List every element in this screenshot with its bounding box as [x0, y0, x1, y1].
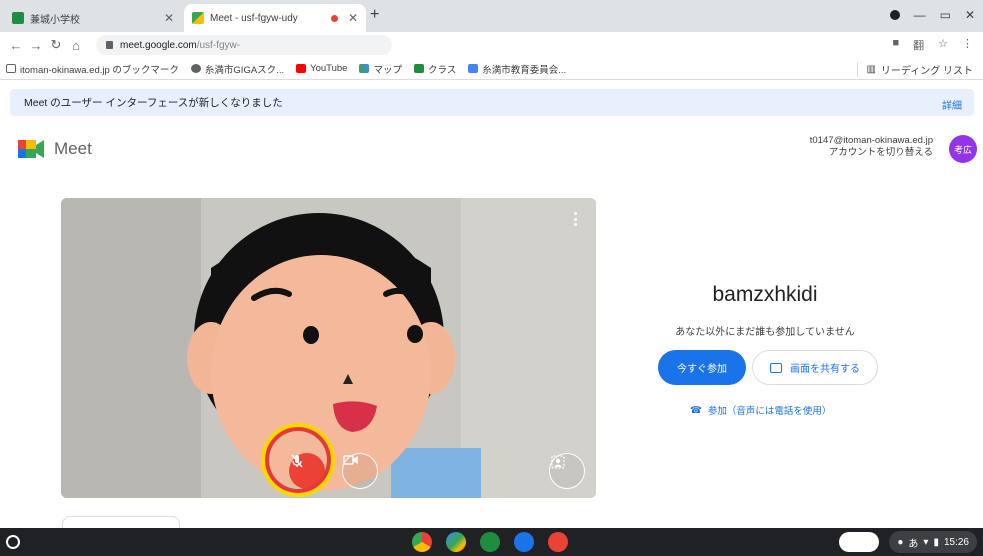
- bookmark-board[interactable]: 糸満市教育委員会...: [468, 62, 566, 76]
- phone-icon: ☎: [690, 404, 702, 416]
- join-now-label: 今すぐ参加: [677, 364, 727, 375]
- bookmark-giga[interactable]: 糸満市GIGAスク...: [190, 62, 285, 76]
- close-icon[interactable]: ✕: [164, 11, 174, 25]
- home-button[interactable]: ⌂: [66, 38, 86, 53]
- url-path: /usf-fgyw-: [196, 39, 241, 51]
- switch-account-link[interactable]: アカウントを切り替える: [810, 147, 933, 159]
- reload-button[interactable]: ↻: [46, 37, 66, 53]
- launcher-icon[interactable]: [6, 535, 20, 549]
- profile-icon[interactable]: [889, 10, 900, 20]
- reading-list[interactable]: ▥ リーディング リスト: [857, 62, 973, 77]
- join-with-phone-link[interactable]: ☎ 参加（音声には電話を使用）: [690, 403, 832, 418]
- tab-meet[interactable]: Meet - usf-fgyw-udy ✕: [184, 4, 366, 32]
- present-button[interactable]: 画面を共有する: [752, 350, 878, 385]
- meeting-code: bamzxhkidi: [712, 283, 818, 306]
- translate-icon[interactable]: 翻: [913, 37, 924, 53]
- tab-title: 兼城小学校: [30, 14, 80, 26]
- bookmark-label: マップ: [373, 64, 402, 76]
- youtube-icon: [296, 64, 307, 73]
- effects-icon: [551, 455, 565, 469]
- clock: 15:26: [943, 536, 969, 548]
- account-info: t0147@itoman-okinawa.ed.jp アカウントを切り替える: [810, 135, 933, 159]
- forward-button[interactable]: →: [26, 38, 46, 53]
- classroom-app-icon[interactable]: [480, 532, 500, 552]
- notification-icon: ●: [897, 536, 904, 548]
- back-button[interactable]: ←: [6, 38, 26, 53]
- recording-icon: [330, 14, 338, 22]
- bookmark-star-icon[interactable]: ☆: [938, 37, 948, 53]
- screen-capture-icon[interactable]: [548, 532, 568, 552]
- bookmark-label: 糸満市GIGAスク...: [204, 64, 285, 76]
- site-icon: [468, 64, 479, 73]
- pinned-apps: [412, 532, 568, 552]
- bookmark-label: itoman-okinawa.ed.jp のブックマーク: [20, 64, 179, 76]
- present-screen-icon: [770, 362, 782, 373]
- account-email: t0147@itoman-okinawa.ed.jp: [809, 135, 933, 146]
- globe-icon: [190, 64, 201, 73]
- window-controls: — ▭ ✕: [889, 8, 975, 22]
- classroom-icon: [12, 12, 24, 24]
- play-store-icon[interactable]: [446, 532, 466, 552]
- camera-in-use-icon[interactable]: ■: [892, 37, 899, 53]
- bookmarks-bar: itoman-okinawa.ed.jp のブックマーク 糸満市GIGAスク..…: [0, 58, 983, 80]
- status-tray: ● あ ▾ ▮ 15:26: [839, 531, 977, 553]
- maps-icon: [359, 64, 370, 73]
- tab-title: Meet - usf-fgyw-udy: [210, 12, 298, 24]
- bookmark-folder[interactable]: itoman-okinawa.ed.jp のブックマーク: [6, 62, 179, 76]
- bookmark-label: クラス: [427, 64, 457, 76]
- browser-toolbar: ← → ↻ ⌂ meet.google.com /usf-fgyw- ■ 翻 ☆…: [0, 32, 983, 58]
- present-label: 画面を共有する: [790, 364, 860, 375]
- camera-icon: [343, 455, 358, 465]
- address-bar[interactable]: meet.google.com /usf-fgyw-: [96, 35, 392, 55]
- participants-status: あなた以外にまだ誰も参加していません: [675, 327, 855, 338]
- files-icon[interactable]: [514, 532, 534, 552]
- classroom-icon: [413, 64, 424, 73]
- tab-school[interactable]: 兼城小学校 ✕: [4, 4, 182, 32]
- battery-icon: ▮: [933, 536, 939, 548]
- new-tab-button[interactable]: +: [370, 6, 379, 24]
- chromeos-shelf: ● あ ▾ ▮ 15:26: [0, 528, 983, 556]
- join-now-button[interactable]: 今すぐ参加: [658, 350, 746, 385]
- restore-button[interactable]: ▭: [940, 8, 951, 22]
- bookmark-classroom[interactable]: クラス: [413, 62, 457, 76]
- meet-logo-icon: [18, 140, 44, 158]
- folder-icon: [6, 64, 16, 73]
- lock-icon[interactable]: [106, 41, 113, 49]
- meet-label: Meet: [54, 139, 92, 158]
- minimize-button[interactable]: —: [914, 8, 926, 22]
- camera-toggle-button[interactable]: [342, 453, 378, 489]
- visual-effects-button[interactable]: [549, 453, 585, 489]
- ime-indicator: あ: [908, 538, 919, 550]
- stylus-tools-icon[interactable]: [839, 532, 880, 552]
- banner-message: Meet のユーザー インターフェースが新しくなりました: [24, 97, 283, 109]
- phone-join-label: 参加（音声には電話を使用）: [707, 406, 832, 417]
- wifi-icon: ▾: [923, 536, 929, 548]
- meet-icon: [192, 12, 204, 24]
- bookmark-youtube[interactable]: YouTube: [296, 63, 347, 74]
- close-icon[interactable]: ✕: [348, 11, 358, 25]
- bookmark-label: YouTube: [310, 63, 348, 74]
- mic-highlight-ring: [261, 423, 335, 497]
- meet-logo[interactable]: Meet: [18, 139, 92, 159]
- close-window-button[interactable]: ✕: [965, 8, 975, 22]
- bookmark-label: 糸満市教育委員会...: [482, 64, 567, 76]
- menu-icon[interactable]: ⋮: [962, 37, 973, 53]
- details-link[interactable]: 詳細: [942, 97, 962, 112]
- url-host: meet.google.com: [120, 39, 197, 51]
- tab-strip: 兼城小学校 ✕ Meet - usf-fgyw-udy ✕ + — ▭ ✕: [0, 0, 983, 32]
- avatar[interactable]: 考広: [949, 135, 977, 163]
- more-options-icon[interactable]: [574, 212, 578, 226]
- status-area[interactable]: ● あ ▾ ▮ 15:26: [889, 531, 977, 553]
- reading-list-icon: ▥: [866, 64, 876, 75]
- chrome-icon[interactable]: [412, 532, 432, 552]
- reading-list-label: リーディング リスト: [880, 66, 973, 77]
- update-banner: Meet のユーザー インターフェースが新しくなりました 詳細: [10, 89, 974, 116]
- bookmark-maps[interactable]: マップ: [359, 62, 402, 76]
- toolbar-actions: ■ 翻 ☆ ⋮: [892, 37, 973, 53]
